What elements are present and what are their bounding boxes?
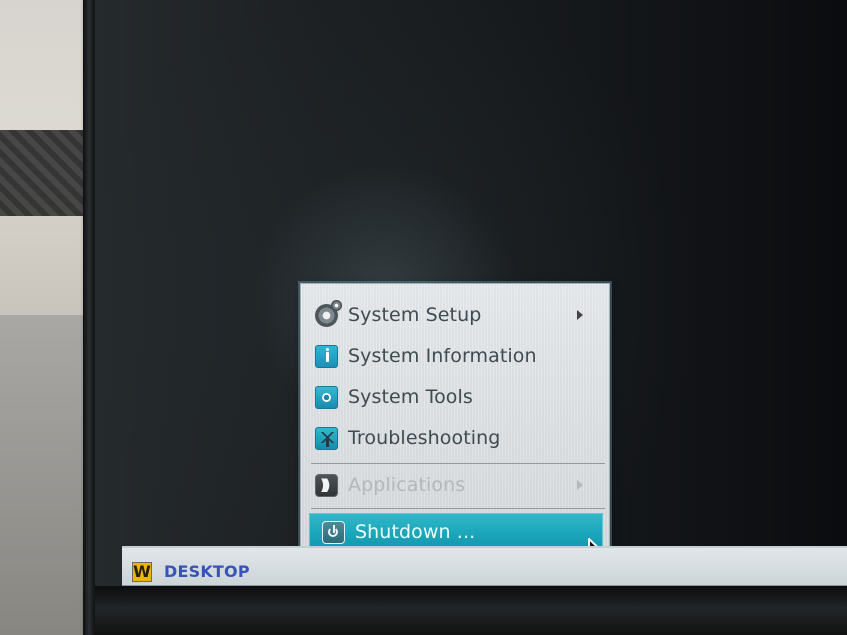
applications-icon <box>315 473 338 497</box>
menu-item-system-tools[interactable]: System Tools <box>315 380 605 414</box>
monitor-bottom-bezel <box>95 586 847 635</box>
left-mesh-panel <box>0 130 86 216</box>
menu-item-label: System Information <box>348 345 537 367</box>
menu-item-label: Shutdown ... <box>355 521 476 543</box>
menu-item-troubleshooting[interactable]: Troubleshooting <box>315 421 605 455</box>
w-logo-icon: W <box>132 561 152 582</box>
taskbar: W DESKTOP <box>122 546 847 586</box>
menu-item-system-setup[interactable]: System Setup <box>315 298 605 332</box>
submenu-arrow-icon <box>577 480 583 490</box>
menu-item-label: System Tools <box>348 386 473 408</box>
menu-item-system-information[interactable]: System Information <box>315 339 605 373</box>
desktop-start-button[interactable]: W DESKTOP <box>132 557 270 586</box>
photo-scene: System Setup System Information System T… <box>0 0 847 635</box>
system-tools-icon <box>315 385 338 409</box>
menu-item-label: Troubleshooting <box>348 427 501 449</box>
menu-item-applications: Applications <box>315 468 605 502</box>
gear-icon <box>315 299 342 327</box>
desktop-screen: System Setup System Information System T… <box>95 0 847 635</box>
submenu-arrow-icon <box>577 310 583 320</box>
info-icon <box>315 344 338 368</box>
menu-item-label: System Setup <box>348 304 482 326</box>
start-menu: System Setup System Information System T… <box>300 283 610 564</box>
left-lower-area <box>0 315 86 635</box>
power-icon <box>322 520 345 544</box>
menu-separator <box>311 508 605 509</box>
monitor-left-bezel <box>83 0 95 635</box>
menu-separator <box>311 463 605 464</box>
menu-item-label: Applications <box>348 474 466 496</box>
troubleshooting-icon <box>315 426 338 450</box>
desktop-label: DESKTOP <box>164 562 250 581</box>
